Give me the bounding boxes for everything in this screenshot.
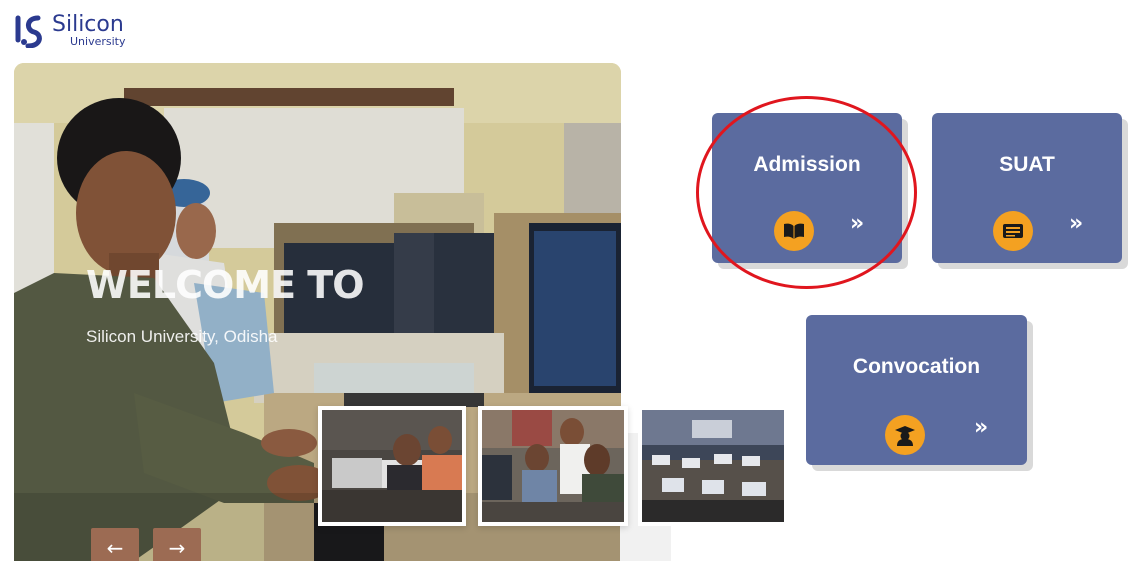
carousel-prev-button[interactable]: ← xyxy=(91,528,139,561)
logo-name: Silicon xyxy=(52,12,124,37)
thumbnail-2[interactable] xyxy=(478,406,628,526)
thumbnail-photo xyxy=(322,410,462,522)
logo-subtitle: University xyxy=(70,35,126,48)
thumbnail-photo xyxy=(642,410,784,522)
admission-title: Admission xyxy=(753,153,861,176)
hero-subtitle: Silicon University, Odisha xyxy=(86,327,278,346)
hero-title: WELCOME TO xyxy=(86,263,365,307)
thumbnail-1[interactable] xyxy=(318,406,466,526)
arrow-right-icon: → xyxy=(168,536,186,560)
arrow-left-icon: ← xyxy=(106,536,124,560)
university-logo[interactable]: Silicon University xyxy=(14,12,154,52)
suat-card[interactable]: SUAT » xyxy=(932,113,1122,263)
chevron-double-right-icon: » xyxy=(974,415,989,440)
graduate-icon xyxy=(885,415,925,455)
thumbnail-photo xyxy=(482,410,624,522)
convocation-card[interactable]: Convocation » xyxy=(806,315,1027,465)
convocation-title: Convocation xyxy=(852,355,981,378)
id-card-icon xyxy=(993,211,1033,251)
chevron-double-right-icon: » xyxy=(850,211,865,236)
carousel-next-button[interactable]: → xyxy=(153,528,201,561)
logo-mark-icon xyxy=(15,15,42,48)
book-icon xyxy=(774,211,814,251)
admission-card[interactable]: Admission » xyxy=(712,113,902,263)
thumbnail-3[interactable] xyxy=(638,406,788,526)
suat-title: SUAT xyxy=(999,153,1055,176)
chevron-double-right-icon: » xyxy=(1069,211,1084,236)
